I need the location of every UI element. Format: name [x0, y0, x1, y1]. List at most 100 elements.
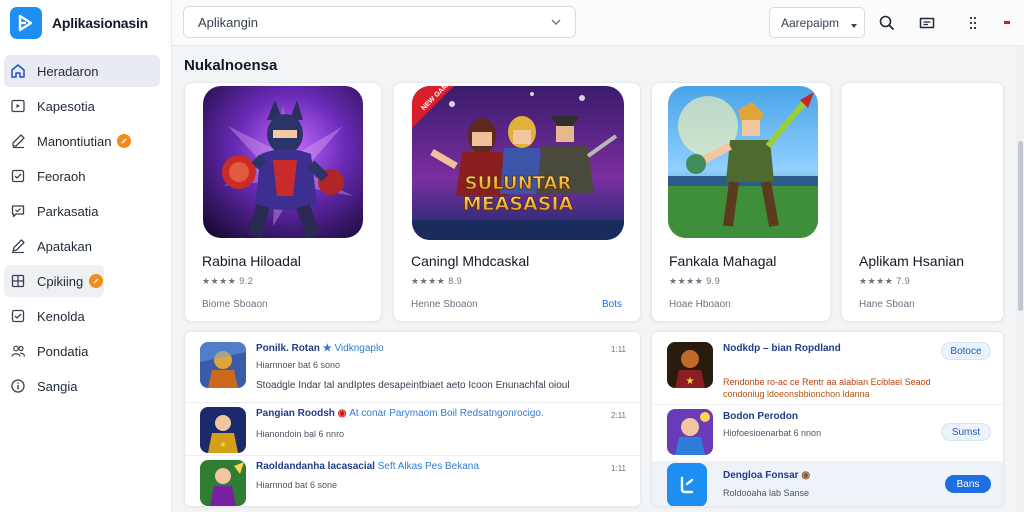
row-title: Raoldandanha lacasacial Seft Alkas Pes B…	[256, 461, 479, 472]
app-action-button[interactable]: Botoce	[941, 342, 991, 360]
message-check-icon	[9, 202, 27, 220]
list-item[interactable]: Raoldandanha lacasacial Seft Alkas Pes B…	[185, 456, 640, 506]
sidebar-item-feoraoh[interactable]: Feoraoh	[4, 160, 160, 192]
row-title: Pangian Roodsh ◉ At conar Parymaom Boil …	[256, 408, 544, 419]
row-description-2: condoniug ldoeonsbbionchon ldanna	[723, 389, 870, 399]
brand[interactable]: Aplikasionasin	[0, 0, 171, 46]
row-title: Dengloa Fonsar ◉	[723, 470, 811, 481]
row-title: Ponilk. Rotan ★ Vidkngaplo	[256, 343, 384, 354]
sidebar-nav: Heradaron Kapesotia Manontiutian Feoraoh…	[0, 46, 171, 402]
record-icon: ◉	[337, 408, 347, 419]
sidebar-item-kenolda[interactable]: Kenolda	[4, 300, 160, 332]
section-title: Nukalnoensa	[184, 57, 278, 74]
edit-icon	[9, 132, 27, 150]
card-title: Caningl Mhdcaskal	[411, 253, 530, 269]
pencil-icon	[9, 237, 27, 255]
users-icon	[9, 342, 27, 360]
search-select-value: Aplikangin	[198, 14, 258, 30]
app-icon: ★	[667, 342, 713, 388]
app-card[interactable]: NEW GAME SULUNTAR MEASASIA Caningl Mhdca…	[393, 82, 641, 322]
scrollbar[interactable]	[1016, 46, 1024, 512]
sidebar-item-parkasatia[interactable]: Parkasatia	[4, 195, 160, 227]
card-title: Fankala Mahagal	[669, 253, 777, 269]
sidebar-item-label: Kenolda	[37, 308, 85, 324]
checkbox-icon	[9, 307, 27, 325]
sidebar-item-cpikiing[interactable]: Cpikiing	[4, 265, 104, 297]
chevron-down-icon	[549, 15, 563, 32]
grid-icon	[9, 272, 27, 290]
app-list-left: Ponilk. Rotan ★ Vidkngaplo Hiarnnoer bat…	[184, 331, 641, 507]
row-time: 1:11	[611, 345, 626, 354]
card-rating: ★★★★ 9.2	[202, 276, 254, 286]
row-description: Stoadgle Indar tal andIptes desapeintbia…	[256, 380, 570, 391]
card-meta: Hane Sboan	[859, 299, 915, 310]
notification-badge-icon	[89, 274, 104, 288]
status-indicator	[1004, 21, 1010, 24]
row-time: 2:11	[611, 411, 626, 420]
row-subtitle: Hiarnnoer bat 6 sono	[256, 360, 341, 370]
verified-icon: ◉	[801, 470, 811, 481]
app-list-right: ★ Nodkdp – bian Ropdland Rendonbe ro-ac …	[651, 331, 1004, 507]
more-vertical-icon[interactable]	[962, 12, 984, 34]
game-thumbnail-hero	[203, 86, 363, 238]
top-bar: Aplikangin Aarepaipm	[172, 0, 1024, 46]
notification-badge-icon	[117, 134, 132, 148]
row-subtitle: Roldooaha lab Sanse	[723, 488, 810, 498]
app-card[interactable]: Rabina Hiloadal ★★★★ 9.2 Biome Sboaon	[184, 82, 382, 322]
search-icon[interactable]	[876, 12, 898, 34]
sidebar-item-kapesotia[interactable]: Kapesotia	[4, 90, 160, 122]
info-icon	[9, 377, 27, 395]
sidebar-item-apatakan[interactable]: Apatakan	[4, 230, 160, 262]
row-subtitle: Hiarnnod bat 6 sone	[256, 480, 338, 490]
row-title: Nodkdp – bian Ropdland	[723, 343, 841, 354]
scrollbar-thumb[interactable]	[1018, 141, 1023, 311]
sidebar-item-label: Parkasatia	[37, 203, 99, 219]
card-meta: Hoae Hboaon	[669, 299, 731, 310]
list-item[interactable]: ★ Pangian Roodsh ◉ At conar Parymaom Boi…	[185, 403, 640, 455]
sidebar-item-label: Feoraoh	[37, 168, 86, 184]
sidebar-item-label: Heradaron	[37, 63, 99, 79]
sidebar-item-manontiutian[interactable]: Manontiutian	[4, 125, 160, 157]
sidebar-item-label: Manontiutian	[37, 133, 112, 149]
card-title: Rabina Hiloadal	[202, 253, 301, 269]
app-action-button[interactable]: Sumst	[941, 423, 991, 441]
app-icon: ★	[200, 407, 246, 453]
sidebar-item-sangia[interactable]: Sangia	[4, 370, 160, 402]
app-icon	[200, 342, 246, 388]
app-icon	[667, 463, 707, 506]
card-meta: Biome Sboaon	[202, 299, 268, 310]
list-item[interactable]: Bodon Perodon Hiofoesioenarbat 6 nnon Su…	[652, 405, 1003, 461]
sidebar-item-label: Pondatia	[37, 343, 89, 359]
checkbox-icon	[9, 167, 27, 185]
language-select-value: Aarepaipm	[781, 15, 840, 30]
card-meta: Henne Sboaon	[411, 299, 478, 310]
row-title: Bodon Perodon	[723, 411, 798, 422]
svg-text:★: ★	[686, 376, 695, 387]
app-icon	[667, 409, 713, 455]
sidebar-item-label: Apatakan	[37, 238, 92, 254]
list-item-selected[interactable]: Dengloa Fonsar ◉ Roldooaha lab Sanse Ban…	[652, 461, 1003, 506]
play-box-icon	[9, 97, 27, 115]
card-rating: ★★★★ 7.9	[859, 276, 911, 286]
svg-text:★: ★	[219, 440, 226, 449]
card-rating: ★★★★ 8.9	[411, 276, 463, 286]
sidebar-item-pondatia[interactable]: Pondatia	[4, 335, 160, 367]
app-action-button[interactable]: Bans	[945, 475, 991, 493]
sidebar-item-label: Kapesotia	[37, 98, 95, 114]
inbox-icon[interactable]	[916, 12, 938, 34]
star-icon: ★	[322, 343, 332, 354]
language-select[interactable]: Aarepaipm	[769, 7, 865, 38]
app-card[interactable]: Aplikam Hsanian ★★★★ 7.9 Hane Sboan	[841, 82, 1004, 322]
list-item[interactable]: ★ Nodkdp – bian Ropdland Rendonbe ro-ac …	[652, 332, 1003, 402]
app-icon	[200, 460, 246, 506]
row-time: 1:11	[611, 464, 626, 473]
sidebar-item-label: Sangia	[37, 378, 78, 394]
card-title: Aplikam Hsanian	[859, 253, 965, 269]
sidebar: Aplikasionasin Heradaron Kapesotia Manon…	[0, 0, 172, 512]
game-thumbnail-warrior	[668, 86, 818, 238]
card-link[interactable]: Bots	[602, 299, 622, 310]
app-card[interactable]: Fankala Mahagal ★★★★ 9.9 Hoae Hboaon	[651, 82, 831, 322]
list-item[interactable]: Ponilk. Rotan ★ Vidkngaplo Hiarnnoer bat…	[185, 332, 640, 402]
search-select[interactable]: Aplikangin	[183, 6, 576, 38]
sidebar-item-home[interactable]: Heradaron	[4, 55, 160, 87]
